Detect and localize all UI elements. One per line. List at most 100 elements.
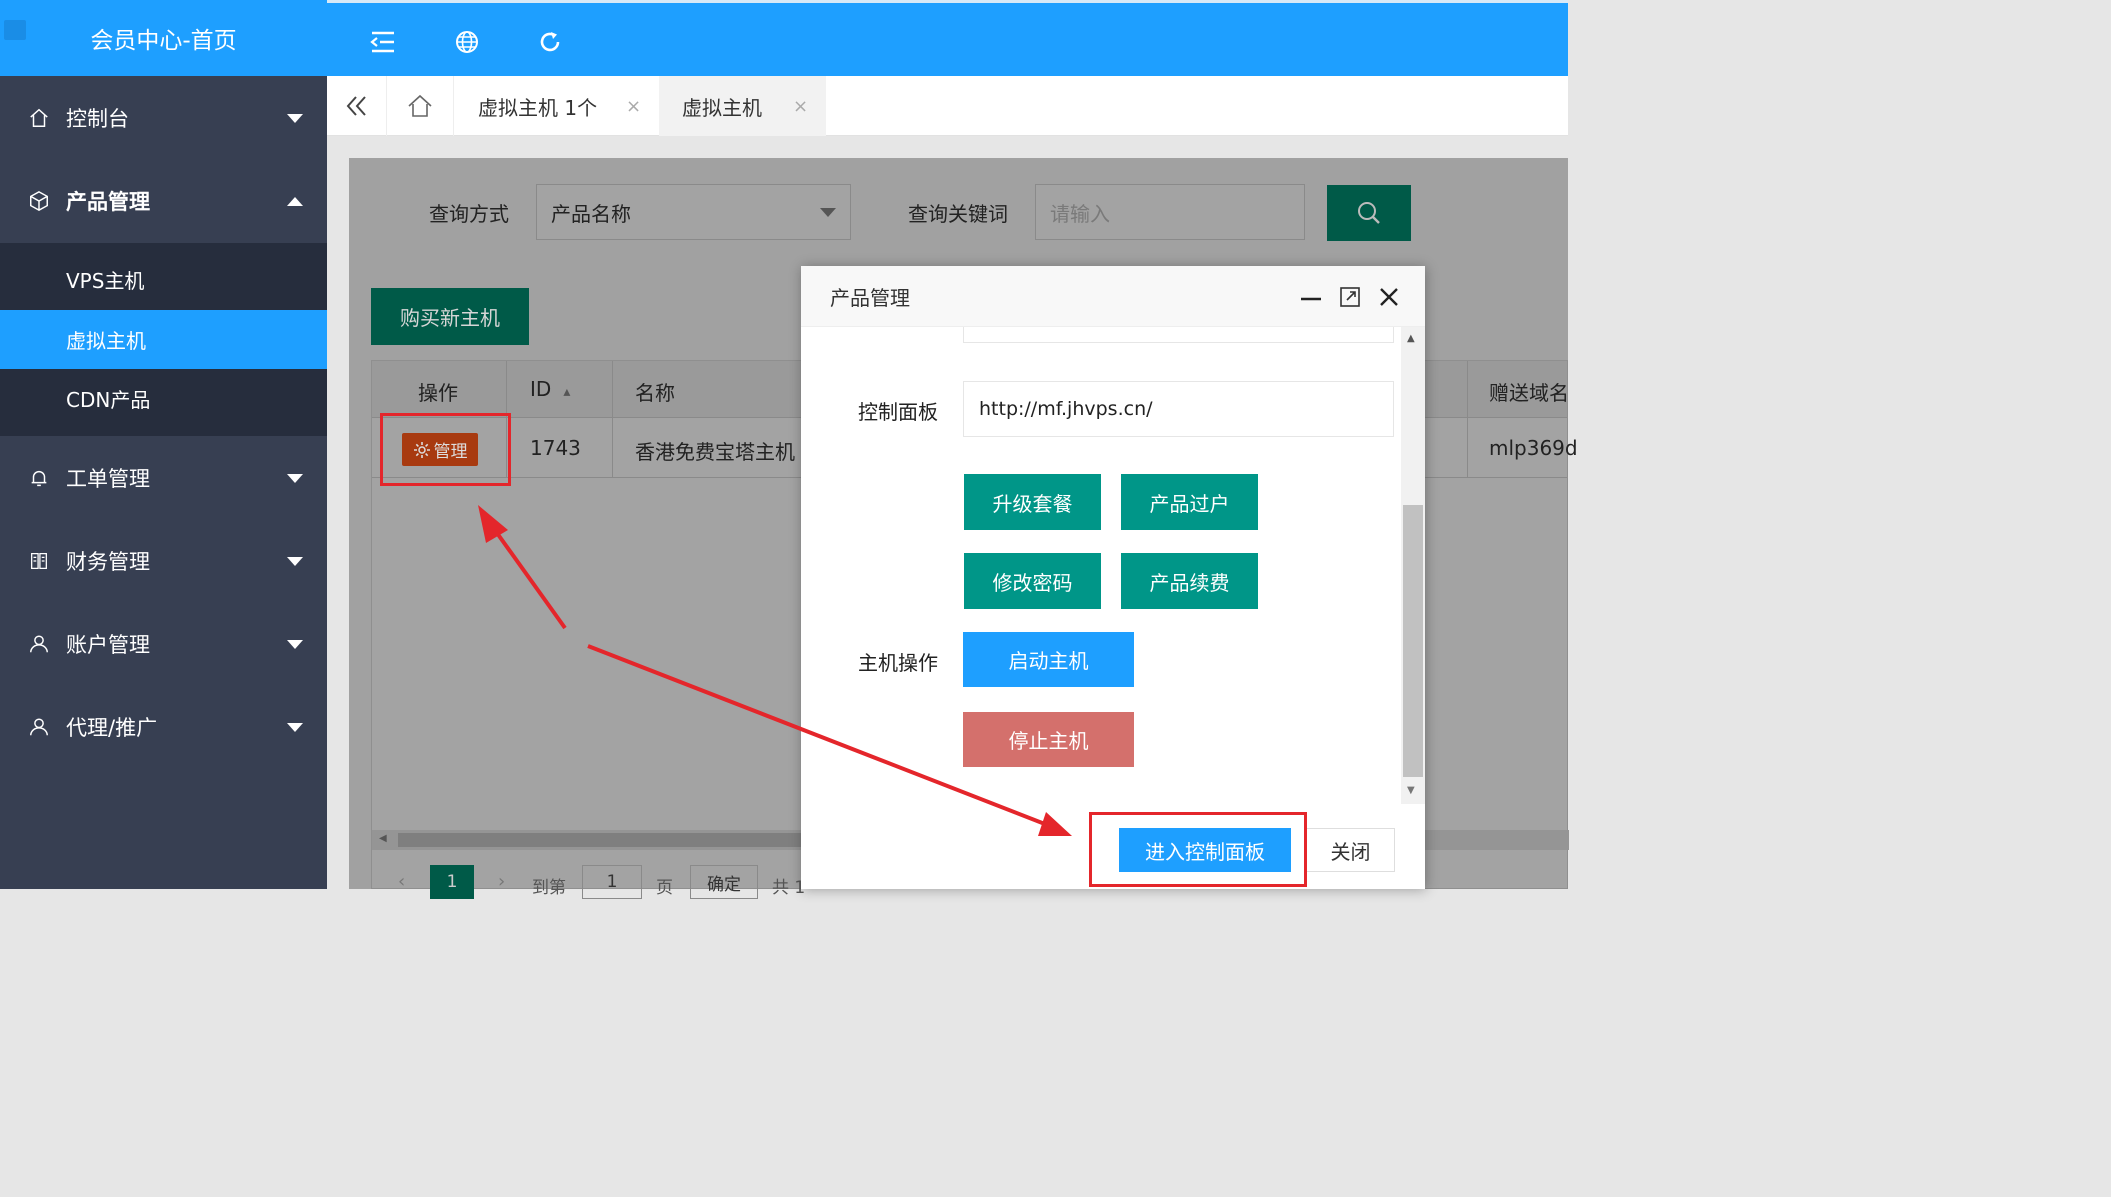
sidebar-item-dashboard[interactable]: 控制台	[0, 76, 327, 160]
search-keyword-input[interactable]: 请输入	[1035, 184, 1305, 240]
stop-host-button[interactable]: 停止主机	[963, 712, 1134, 767]
chevron-down-icon	[287, 473, 303, 483]
submenu-item-cdn[interactable]: CDN产品	[0, 369, 327, 428]
dialog-scrollbar[interactable]: ▲ ▼	[1401, 327, 1425, 804]
column-divider	[1467, 361, 1468, 477]
app-title: 会员中心-首页	[90, 28, 237, 54]
scrollbar-thumb[interactable]	[1403, 505, 1423, 777]
scroll-left-icon[interactable]: ◀	[379, 833, 387, 844]
chevron-down-icon	[820, 208, 836, 217]
sidebar-item-label: 账户管理	[66, 633, 150, 657]
goto-label: 到第	[532, 878, 566, 898]
scrollbar-thumb[interactable]	[398, 833, 828, 847]
chevron-up-icon	[287, 196, 303, 206]
chevron-down-icon	[287, 556, 303, 566]
chevron-down-icon	[287, 113, 303, 123]
app-logo[interactable]: 会员中心-首页	[0, 0, 327, 76]
cell-gift-domain: mlp369d	[1489, 436, 1578, 460]
sidebar-item-tickets[interactable]: 工单管理	[0, 436, 327, 520]
search-method-label: 查询方式	[429, 202, 509, 226]
column-divider	[612, 361, 613, 477]
col-header-id-label: ID	[530, 377, 552, 401]
product-management-dialog: 产品管理 控制面板 http://mf.jhvps.cn/ 升级套餐 产品过户 …	[801, 266, 1425, 889]
change-password-button[interactable]: 修改密码	[964, 553, 1101, 609]
page-unit-label: 页	[656, 878, 673, 898]
cell-name: 香港免费宝塔主机	[635, 440, 795, 464]
col-header-id[interactable]: ID ▴	[530, 377, 570, 401]
sidebar-item-label: 产品管理	[66, 190, 150, 214]
dialog-title: 产品管理	[830, 285, 910, 310]
sidebar-item-label: 代理/推广	[66, 716, 158, 740]
double-chevron-left-icon	[346, 96, 366, 116]
tab-virtual-host[interactable]: 虚拟主机 ×	[659, 76, 826, 136]
globe-icon[interactable]	[454, 29, 480, 55]
chevron-down-icon	[287, 639, 303, 649]
col-header-gift-domain: 赠送域名	[1489, 381, 1569, 405]
scroll-down-icon[interactable]: ▼	[1407, 785, 1415, 796]
submenu-item-virtual-host[interactable]: 虚拟主机	[0, 310, 327, 369]
home-icon	[408, 94, 432, 117]
dialog-close-button[interactable]: 关闭	[1306, 828, 1395, 872]
transfer-product-button[interactable]: 产品过户	[1121, 474, 1258, 530]
user-icon	[30, 635, 48, 653]
dialog-header: 产品管理	[801, 266, 1425, 327]
menu-collapse-icon[interactable]	[370, 29, 396, 55]
sidebar-item-label: 控制台	[66, 107, 129, 131]
select-value: 产品名称	[551, 201, 631, 226]
tab-virtual-host-count[interactable]: 虚拟主机 1个 ×	[454, 76, 659, 136]
start-host-button[interactable]: 启动主机	[963, 632, 1134, 687]
control-panel-label: 控制面板	[858, 400, 938, 424]
top-header	[327, 0, 1568, 76]
upgrade-plan-button[interactable]: 升级套餐	[964, 474, 1101, 530]
sidebar-item-account[interactable]: 账户管理	[0, 602, 327, 686]
user-icon	[30, 718, 48, 736]
col-header-operation: 操作	[418, 381, 458, 405]
tab-home[interactable]	[387, 76, 454, 136]
host-operation-label: 主机操作	[858, 651, 938, 675]
minimize-icon[interactable]	[1300, 286, 1322, 308]
cube-icon	[30, 190, 48, 212]
search-keyword-label: 查询关键词	[908, 202, 1008, 226]
products-submenu: VPS主机 虚拟主机 CDN产品	[0, 243, 327, 436]
close-icon[interactable]: ×	[626, 96, 641, 117]
home-icon	[30, 108, 48, 127]
search-icon	[1358, 202, 1380, 224]
prev-page-icon[interactable]: ‹	[398, 871, 405, 892]
close-icon[interactable]	[1378, 286, 1400, 308]
tab-label: 虚拟主机 1个	[478, 95, 598, 120]
logo-mark-icon	[4, 20, 26, 40]
sidebar: 会员中心-首页 控制台 产品管理 VPS主机 虚拟主机 CDN产品 工单管理 财…	[0, 0, 327, 889]
goto-confirm-button[interactable]: 确定	[690, 865, 758, 899]
highlight-enter-control-panel	[1089, 812, 1307, 887]
previous-field-edge	[963, 327, 1394, 343]
tab-scroll-left-button[interactable]	[327, 76, 387, 136]
sidebar-item-agent[interactable]: 代理/推广	[0, 685, 327, 769]
refresh-icon[interactable]	[537, 29, 563, 55]
sort-icon[interactable]: ▴	[563, 384, 570, 400]
highlight-manage	[380, 413, 511, 486]
bell-icon	[31, 470, 47, 487]
tab-label: 虚拟主机	[682, 95, 762, 120]
ledger-icon	[31, 553, 47, 569]
renew-product-button[interactable]: 产品续费	[1121, 553, 1258, 609]
buy-new-host-button[interactable]: 购买新主机	[371, 288, 529, 345]
sidebar-item-finance[interactable]: 财务管理	[0, 519, 327, 603]
scroll-up-icon[interactable]: ▲	[1407, 333, 1415, 344]
next-page-icon[interactable]: ›	[498, 871, 505, 892]
chevron-down-icon	[287, 722, 303, 732]
cell-id: 1743	[530, 436, 581, 460]
col-header-name: 名称	[635, 381, 675, 405]
tab-bar: 虚拟主机 1个 × 虚拟主机 ×	[327, 76, 1568, 136]
sidebar-item-products[interactable]: 产品管理	[0, 159, 327, 243]
sidebar-item-label: 工单管理	[66, 467, 150, 491]
page-1-button[interactable]: 1	[430, 865, 474, 899]
control-panel-url-field[interactable]: http://mf.jhvps.cn/	[963, 381, 1394, 437]
submenu-item-vps[interactable]: VPS主机	[0, 250, 327, 309]
search-bar: 查询方式 产品名称 查询关键词 请输入	[349, 158, 1568, 272]
sidebar-item-label: 财务管理	[66, 550, 150, 574]
search-method-select[interactable]: 产品名称	[536, 184, 851, 240]
goto-page-input[interactable]: 1	[582, 865, 642, 899]
search-button[interactable]	[1327, 185, 1411, 241]
maximize-icon[interactable]	[1339, 286, 1361, 308]
close-icon[interactable]: ×	[793, 96, 808, 117]
